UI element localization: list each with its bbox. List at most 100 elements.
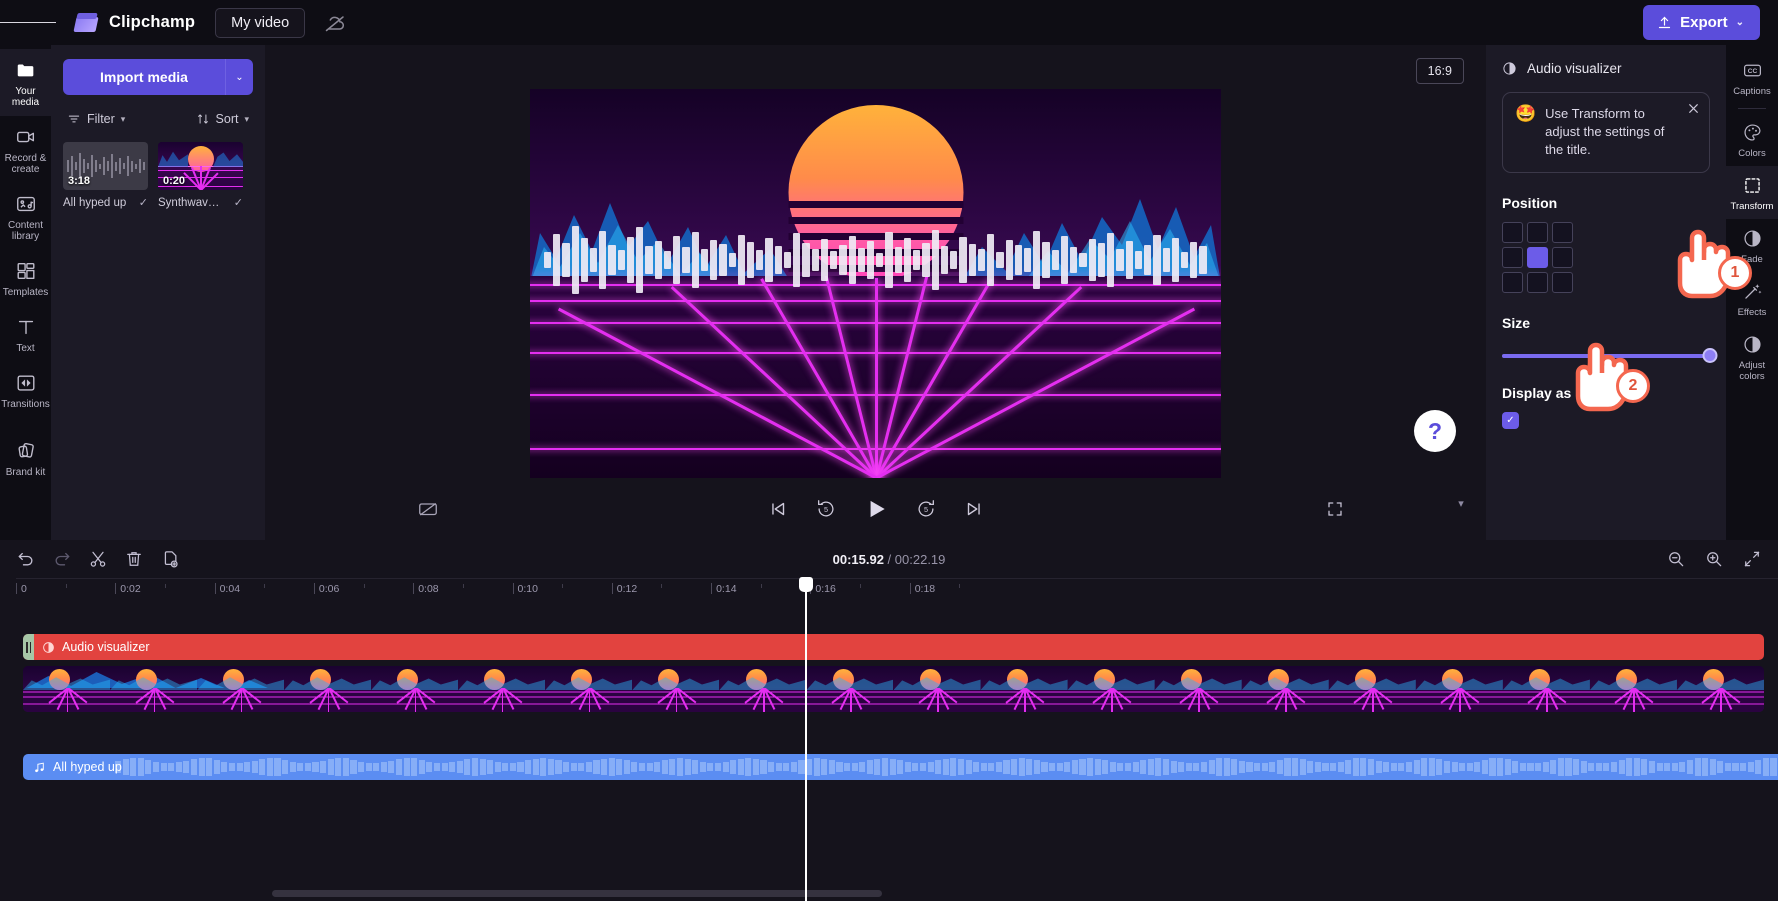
sidebar-item-text[interactable]: Text [0, 306, 51, 362]
video-stage [265, 45, 1486, 478]
skip-to-start-icon[interactable] [767, 498, 789, 520]
sidebar-item-label: Text [16, 343, 35, 354]
export-button[interactable]: Export ⌄ [1643, 5, 1760, 40]
preview-collapse-chevron-down-icon[interactable]: ▾ [1436, 494, 1486, 512]
timeline-clip-audio[interactable]: All hyped up [23, 754, 1778, 780]
waveform-bar [282, 759, 289, 775]
sort-button[interactable]: Sort ▾ [196, 112, 249, 126]
position-cell-top-right[interactable] [1552, 222, 1573, 243]
library-icon [15, 193, 37, 215]
play-icon[interactable] [863, 496, 889, 522]
size-slider-knob[interactable] [1702, 348, 1718, 363]
redo-icon[interactable] [52, 549, 72, 569]
waveform-bar [760, 760, 767, 774]
fit-to-screen-icon[interactable] [1742, 549, 1762, 569]
clip-name-row: Audio visualizer [42, 640, 150, 654]
zoom-out-icon[interactable] [1666, 549, 1686, 569]
size-slider[interactable] [1502, 348, 1718, 363]
import-media-dropdown-caret[interactable]: ⌄ [225, 59, 253, 95]
tool-colors[interactable]: Colors [1726, 113, 1778, 166]
waveform-bar [1497, 758, 1504, 776]
position-cell-top-center[interactable] [1527, 222, 1548, 243]
video-canvas[interactable] [530, 89, 1221, 478]
media-item-audio[interactable]: 3:18 All hyped up ✓ [63, 142, 148, 209]
filmstrip-ray [918, 688, 939, 704]
sidebar-item-your-media[interactable]: Your media [0, 49, 51, 116]
transitions-icon [15, 372, 37, 394]
project-name-input[interactable]: My video [215, 7, 306, 38]
timeline-playhead[interactable] [799, 577, 813, 901]
ruler-tick-label: 0:16 [815, 583, 836, 595]
rewind-5-icon[interactable]: 5 [815, 498, 837, 520]
sidebar-item-record-create[interactable]: Record & create [0, 116, 51, 183]
captions-off-icon[interactable] [417, 498, 439, 520]
media-item-video[interactable]: 0:20 Synthwave/ v... ✓ [158, 142, 243, 209]
waveform-bar [1033, 760, 1040, 774]
text-icon [15, 316, 37, 338]
waveform-bar [1565, 758, 1572, 776]
timeline-tracks: Audio visualizer All hyped up [16, 577, 1778, 901]
fullscreen-icon[interactable] [1326, 500, 1344, 518]
trash-icon[interactable] [124, 549, 144, 569]
position-cell-bottom-center[interactable] [1527, 272, 1548, 293]
hamburger-icon[interactable] [0, 0, 57, 45]
sidebar-item-brand-kit[interactable]: Brand kit [0, 430, 51, 486]
position-cell-bottom-right[interactable] [1552, 272, 1573, 293]
waveform-bar [335, 758, 342, 776]
sidebar-item-templates[interactable]: Templates [0, 250, 51, 306]
waveform-bar [684, 758, 691, 776]
tool-fade[interactable]: Fade [1726, 219, 1778, 272]
waveform-bar [1322, 763, 1329, 771]
tool-transform[interactable]: Transform [1726, 166, 1778, 219]
scissors-icon[interactable] [88, 549, 108, 569]
zoom-in-icon[interactable] [1704, 549, 1724, 569]
position-cell-bottom-left[interactable] [1502, 272, 1523, 293]
filter-button[interactable]: Filter ▾ [67, 112, 125, 126]
waveform-bar [274, 758, 281, 776]
tool-captions[interactable]: CC Captions [1726, 51, 1778, 104]
waveform-bar [1466, 763, 1473, 771]
cloud-off-icon[interactable] [323, 11, 347, 35]
tool-effects[interactable]: Effects [1726, 272, 1778, 325]
position-cell-middle-right[interactable] [1552, 247, 1573, 268]
timeline-ruler[interactable]: 0 0:02 0:04 0:06 0:08 0:10 0:12 0:14 0:16 0:18 [16, 578, 1778, 600]
timeline-horizontal-scrollbar[interactable] [268, 890, 1778, 897]
sidebar-item-transitions[interactable]: Transitions [0, 362, 51, 418]
position-cell-middle-center[interactable] [1527, 247, 1548, 268]
skip-to-end-icon[interactable] [963, 498, 985, 520]
aspect-ratio-button[interactable]: 16:9 [1415, 58, 1464, 84]
playhead-knob[interactable] [799, 577, 813, 592]
help-button[interactable]: ? [1414, 410, 1456, 452]
position-cell-top-left[interactable] [1502, 222, 1523, 243]
duplicate-icon[interactable] [160, 549, 180, 569]
timeline-clip-audio-visualizer[interactable]: Audio visualizer [23, 634, 1764, 660]
svg-text:5: 5 [823, 505, 827, 514]
waveform-bar [289, 761, 296, 773]
chevron-down-icon: ▾ [120, 113, 126, 124]
top-bar: Clipchamp My video Export ⌄ [0, 0, 1778, 45]
ruler-tick-minor [462, 584, 464, 588]
timeline-clip-video[interactable] [23, 666, 1764, 712]
media-grid: 3:18 All hyped up ✓ 0:20 Synthwave/ ✓ [63, 142, 253, 209]
waveform-bar [1056, 763, 1063, 771]
sidebar-item-content-library[interactable]: Content library [0, 183, 51, 250]
filmstrip-ray [1266, 688, 1287, 704]
tool-label: Effects [1737, 307, 1767, 318]
position-cell-middle-left[interactable] [1502, 247, 1523, 268]
waveform-bar [441, 763, 448, 771]
waveform-bar [1740, 763, 1747, 771]
waveform-bar [730, 760, 737, 774]
clip-name: All hyped up [53, 760, 122, 774]
waveform-bar [980, 763, 987, 771]
waveform-bar [1474, 761, 1481, 773]
undo-icon[interactable] [16, 549, 36, 569]
display-as-bars-checkbox[interactable]: ✓ [1502, 412, 1519, 429]
forward-5-icon[interactable]: 5 [915, 498, 937, 520]
waveform-bar [1147, 758, 1154, 776]
import-media-button[interactable]: Import media [63, 59, 225, 95]
waveform-bar [593, 760, 600, 774]
tool-adjust-colors[interactable]: Adjust colors [1726, 325, 1778, 389]
clip-left-handle[interactable] [23, 634, 34, 660]
close-icon[interactable] [1687, 102, 1700, 115]
waveform-bar [707, 763, 714, 771]
